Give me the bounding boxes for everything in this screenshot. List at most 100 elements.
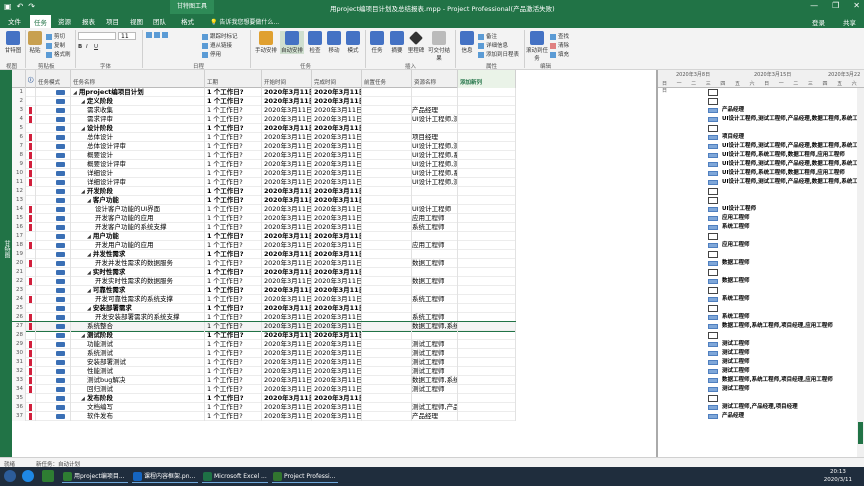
add-new-cell[interactable] xyxy=(458,106,516,115)
duration-cell[interactable]: 1 个工作日? xyxy=(205,223,262,232)
task-bar[interactable] xyxy=(708,369,718,374)
row-number[interactable]: 37 xyxy=(12,412,26,421)
collapse-icon[interactable]: ◢ xyxy=(81,99,85,105)
task-mode-cell[interactable] xyxy=(36,124,71,133)
task-name-cell[interactable]: 软件发布 xyxy=(71,412,205,421)
task-row[interactable]: 12 ◢ 开发阶段 1 个工作日? 2020年3月11日 2020年3月11日 xyxy=(12,187,516,196)
task-row[interactable]: 36 文档编写 1 个工作日? 2020年3月11日 2020年3月11日 测试工程师,产… xyxy=(12,403,516,412)
row-number[interactable]: 12 xyxy=(12,187,26,196)
task-row[interactable]: 25 ◢ 安装部署需求 1 个工作日? 2020年3月11日 2020年3月11日 xyxy=(12,304,516,313)
add-new-cell[interactable] xyxy=(458,295,516,304)
task-row[interactable]: 26 开发安装部署需求的系统支撑 1 个工作日? 2020年3月11日 2020年3月1… xyxy=(12,313,516,322)
task-name-cell[interactable]: 系统整合 xyxy=(71,322,205,331)
finish-cell[interactable]: 2020年3月11日 xyxy=(312,331,362,340)
duration-cell[interactable]: 1 个工作日? xyxy=(205,358,262,367)
task-mode-cell[interactable] xyxy=(36,97,71,106)
row-number[interactable]: 18 xyxy=(12,241,26,250)
task-name-cell[interactable]: 测试bug解决 xyxy=(71,376,205,385)
task-mode-cell[interactable] xyxy=(36,394,71,403)
clock[interactable]: 20:13 2020/3/11 xyxy=(824,468,852,484)
duration-cell[interactable]: 1 个工作日? xyxy=(205,259,262,268)
resource-cell[interactable] xyxy=(412,187,458,196)
collapse-icon[interactable]: ◢ xyxy=(81,189,85,195)
task-name-cell[interactable]: 开发安装部署需求的系统支撑 xyxy=(71,313,205,322)
summary-bar[interactable] xyxy=(708,251,718,258)
tab-task[interactable]: 任务 xyxy=(30,15,51,28)
row-number[interactable]: 10 xyxy=(12,169,26,178)
finish-cell[interactable]: 2020年3月11日 xyxy=(312,106,362,115)
resource-cell[interactable]: 数据工程师 xyxy=(412,259,458,268)
task-mode-cell[interactable] xyxy=(36,232,71,241)
duration-cell[interactable]: 1 个工作日? xyxy=(205,340,262,349)
duration-cell[interactable]: 1 个工作日? xyxy=(205,304,262,313)
start-cell[interactable]: 2020年3月11日 xyxy=(262,205,312,214)
col-header-mode[interactable]: 任务模式 xyxy=(36,70,71,88)
add-new-cell[interactable] xyxy=(458,223,516,232)
start-cell[interactable]: 2020年3月11日 xyxy=(262,241,312,250)
finish-cell[interactable]: 2020年3月11日 xyxy=(312,358,362,367)
duration-cell[interactable]: 1 个工作日? xyxy=(205,169,262,178)
collapse-icon[interactable]: ◢ xyxy=(87,306,91,312)
start-cell[interactable]: 2020年3月11日 xyxy=(262,133,312,142)
finish-cell[interactable]: 2020年3月11日 xyxy=(312,340,362,349)
finish-cell[interactable]: 2020年3月11日 xyxy=(312,160,362,169)
task-name-cell[interactable]: 总体设计 xyxy=(71,133,205,142)
task-row[interactable]: 27 系统整合 1 个工作日? 2020年3月11日 2020年3月11日 数据工程师,系… xyxy=(11,321,517,332)
finish-cell[interactable]: 2020年3月11日 xyxy=(312,385,362,394)
start-cell[interactable]: 2020年3月11日 xyxy=(262,340,312,349)
add-new-cell[interactable] xyxy=(458,385,516,394)
task-row[interactable]: 33 测试bug解决 1 个工作日? 2020年3月11日 2020年3月11日 数据工程… xyxy=(12,376,516,385)
finish-cell[interactable]: 2020年3月11日 xyxy=(312,250,362,259)
predecessors-cell[interactable] xyxy=(362,340,412,349)
task-row[interactable]: 31 安装部署测试 1 个工作日? 2020年3月11日 2020年3月11日 测试工程师 xyxy=(12,358,516,367)
task-row[interactable]: 29 功能测试 1 个工作日? 2020年3月11日 2020年3月11日 测试工程师 xyxy=(12,340,516,349)
collapse-icon[interactable]: ◢ xyxy=(81,126,85,132)
collapse-icon[interactable]: ◢ xyxy=(87,288,91,294)
predecessors-cell[interactable] xyxy=(362,412,412,421)
finish-cell[interactable]: 2020年3月11日 xyxy=(312,412,362,421)
row-number[interactable]: 5 xyxy=(12,124,26,133)
row-number[interactable]: 32 xyxy=(12,367,26,376)
duration-cell[interactable]: 1 个工作日? xyxy=(205,331,262,340)
row-number[interactable]: 15 xyxy=(12,214,26,223)
task-name-cell[interactable]: 详细设计评审 xyxy=(71,178,205,187)
resource-cell[interactable]: 测试工程师,产品 xyxy=(412,403,458,412)
resource-cell[interactable]: UI设计工程师,系 xyxy=(412,151,458,160)
task-row[interactable]: 7 总体设计评审 1 个工作日? 2020年3月11日 2020年3月11日 UI设计工程… xyxy=(12,142,516,151)
resource-cell[interactable] xyxy=(412,97,458,106)
task-bar[interactable] xyxy=(708,315,718,320)
task-row[interactable]: 18 开发用户功能的应用 1 个工作日? 2020年3月11日 2020年3月11日 应用… xyxy=(12,241,516,250)
resource-cell[interactable]: 测试工程师 xyxy=(412,367,458,376)
start-cell[interactable]: 2020年3月11日 xyxy=(262,358,312,367)
duration-cell[interactable]: 1 个工作日? xyxy=(205,88,262,97)
details-button[interactable]: 详细信息 xyxy=(478,41,508,49)
resource-cell[interactable]: 系统工程师 xyxy=(412,223,458,232)
predecessors-cell[interactable] xyxy=(362,277,412,286)
row-number[interactable]: 19 xyxy=(12,250,26,259)
duration-cell[interactable]: 1 个工作日? xyxy=(205,268,262,277)
resource-cell[interactable]: UI设计工程师,系 xyxy=(412,169,458,178)
add-new-cell[interactable] xyxy=(458,97,516,106)
predecessors-cell[interactable] xyxy=(362,286,412,295)
finish-cell[interactable]: 2020年3月11日 xyxy=(312,241,362,250)
task-bar[interactable] xyxy=(708,108,718,113)
summary-button[interactable]: 摘要 xyxy=(388,31,406,54)
fill-button[interactable]: 填充 xyxy=(550,50,569,58)
task-row[interactable]: 30 系统测试 1 个工作日? 2020年3月11日 2020年3月11日 测试工程师 xyxy=(12,349,516,358)
scrollbar-thumb[interactable] xyxy=(858,422,863,444)
duration-cell[interactable]: 1 个工作日? xyxy=(205,142,262,151)
task-mode-cell[interactable] xyxy=(36,403,71,412)
add-new-cell[interactable] xyxy=(458,232,516,241)
row-number[interactable]: 21 xyxy=(12,268,26,277)
task-name-cell[interactable]: 性能测试 xyxy=(71,367,205,376)
add-new-cell[interactable] xyxy=(458,313,516,322)
duration-cell[interactable]: 1 个工作日? xyxy=(205,187,262,196)
row-number[interactable]: 17 xyxy=(12,232,26,241)
summary-bar[interactable] xyxy=(708,269,718,276)
taskbar-item[interactable]: 课程内容框架.pn... xyxy=(132,470,198,483)
gantt-chart-button[interactable]: 甘特图 xyxy=(3,31,23,54)
add-new-cell[interactable] xyxy=(458,367,516,376)
row-number[interactable]: 1 xyxy=(12,88,26,97)
start-cell[interactable]: 2020年3月11日 xyxy=(262,124,312,133)
resource-cell[interactable]: 测试工程师 xyxy=(412,340,458,349)
